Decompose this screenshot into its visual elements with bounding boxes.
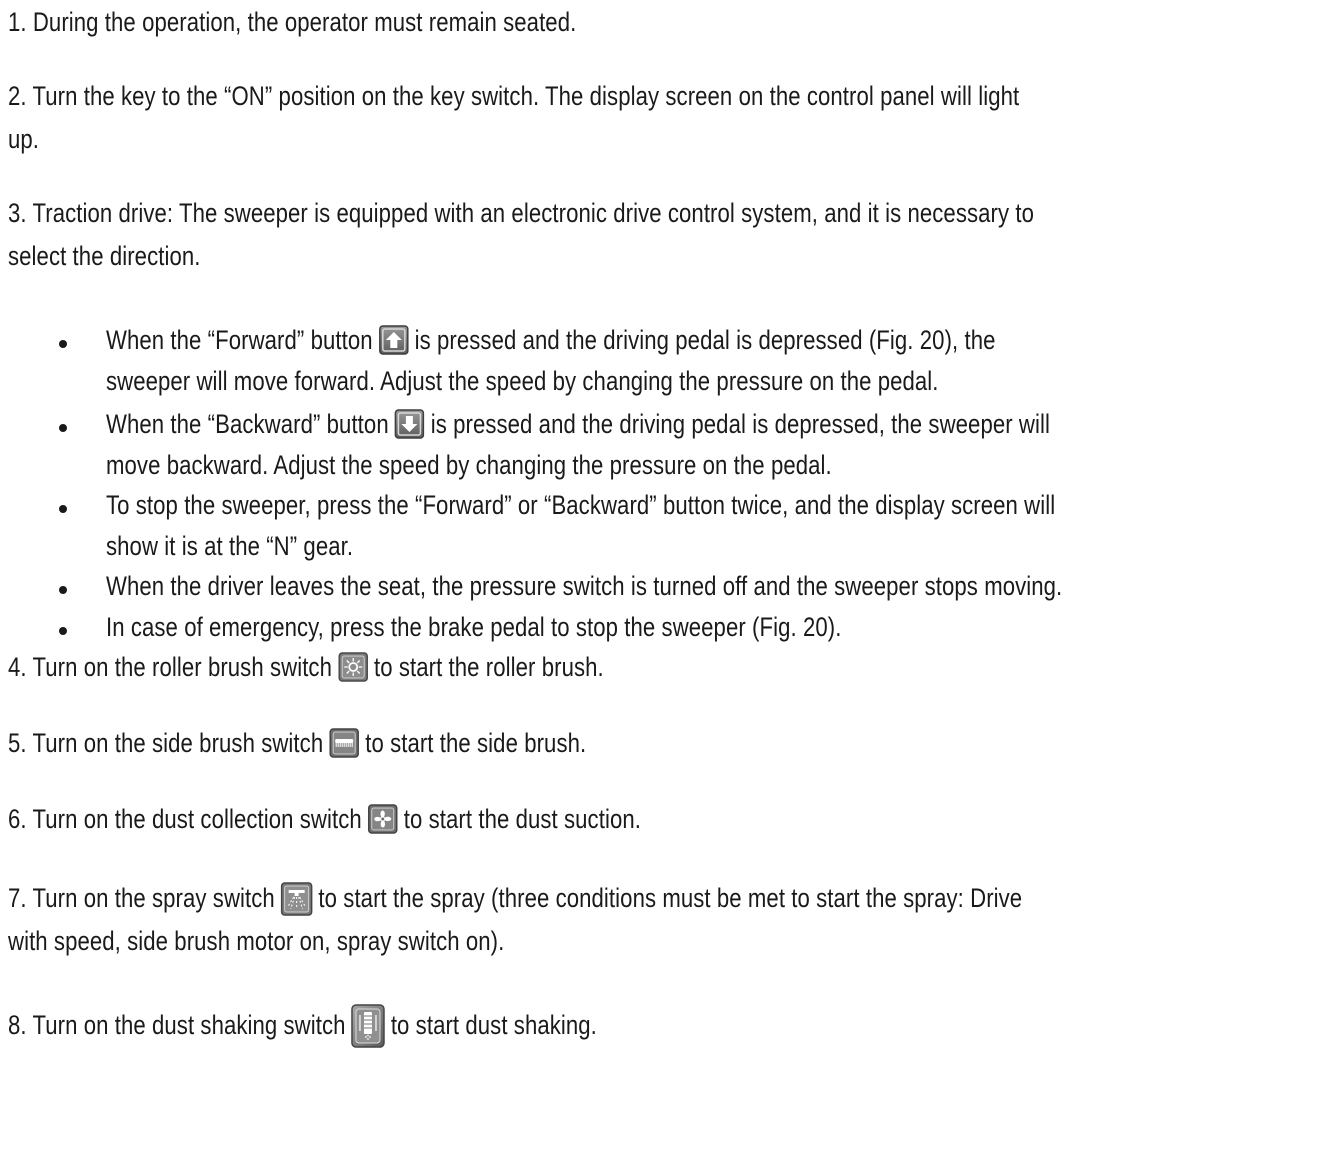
bullet-backward-text-b: is pressed and the driving pedal is depr…	[430, 409, 1051, 439]
bullet-seat-text: When the driver leaves the seat, the pre…	[106, 571, 1063, 601]
step-7-line-1: 7. Turn on the spray switch to start the…	[8, 882, 1022, 916]
bullet-stop-line-2: show it is at the “N” gear.	[106, 531, 354, 561]
bullet-stop-line-1: To stop the sweeper, press the “Forward”…	[106, 490, 1056, 520]
bullet-backward-line-1: When the “Backward” button is pressed an…	[106, 408, 1050, 441]
bullet-forward-text-a: When the “Forward” button	[106, 325, 373, 355]
dust-collection-fan-icon	[368, 804, 398, 834]
step-7-text-a: 7. Turn on the spray switch	[8, 883, 275, 913]
step-6-text-b: to start the dust suction.	[403, 804, 641, 834]
step-2-text-line-2: up.	[8, 124, 40, 154]
bullet-backward-text-a: When the “Backward” button	[106, 409, 389, 439]
bullet-forward-line-1: When the “Forward” button is pressed and…	[106, 324, 996, 357]
step-8-text-a: 8. Turn on the dust shaking switch	[8, 1010, 346, 1040]
step-5-text-a: 5. Turn on the side brush switch	[8, 728, 324, 758]
instruction-document: 1. During the operation, the operator mu…	[0, 0, 1338, 1153]
step-3-text-line-2: select the direction.	[8, 241, 201, 271]
spray-switch-icon	[280, 882, 313, 916]
step-1-text: 1. During the operation, the operator mu…	[8, 7, 577, 37]
step-2-text-line-1: 2. Turn the key to the “ON” position on …	[8, 81, 1020, 111]
bullet-forward-text-b: is pressed and the driving pedal is depr…	[414, 325, 996, 355]
dust-shaking-switch-icon	[351, 1004, 385, 1048]
step-4-text-a: 4. Turn on the roller brush switch	[8, 652, 332, 682]
step-6-line: 6. Turn on the dust collection switch to…	[8, 803, 641, 836]
backward-arrow-button-icon	[394, 409, 425, 439]
step-4-line: 4. Turn on the roller brush switch to st…	[8, 651, 604, 684]
roller-brush-switch-icon	[338, 652, 368, 682]
step-8-line: 8. Turn on the dust shaking switch to st…	[8, 1004, 597, 1048]
step-5-text-b: to start the side brush.	[365, 728, 587, 758]
step-5-line: 5. Turn on the side brush switch to star…	[8, 727, 586, 760]
step-7-text-b: to start the spray (three conditions mus…	[318, 883, 1023, 913]
step-3-text-line-1: 3. Traction drive: The sweeper is equipp…	[8, 198, 1034, 228]
forward-arrow-button-icon	[378, 325, 409, 355]
bullet-forward-line-2: sweeper will move forward. Adjust the sp…	[106, 366, 939, 396]
bullet-emergency-text: In case of emergency, press the brake pe…	[106, 612, 842, 642]
bullet-marker	[59, 340, 67, 348]
bullet-marker	[59, 424, 67, 432]
step-8-text-b: to start dust shaking.	[390, 1010, 597, 1040]
side-brush-switch-icon	[329, 728, 359, 758]
step-6-text-a: 6. Turn on the dust collection switch	[8, 804, 362, 834]
bullet-marker	[59, 505, 67, 513]
step-7-line-2: with speed, side brush motor on, spray s…	[8, 926, 505, 956]
step-4-text-b: to start the roller brush.	[373, 652, 604, 682]
bullet-marker	[59, 627, 67, 635]
bullet-marker	[59, 586, 67, 594]
bullet-backward-line-2: move backward. Adjust the speed by chang…	[106, 450, 832, 480]
